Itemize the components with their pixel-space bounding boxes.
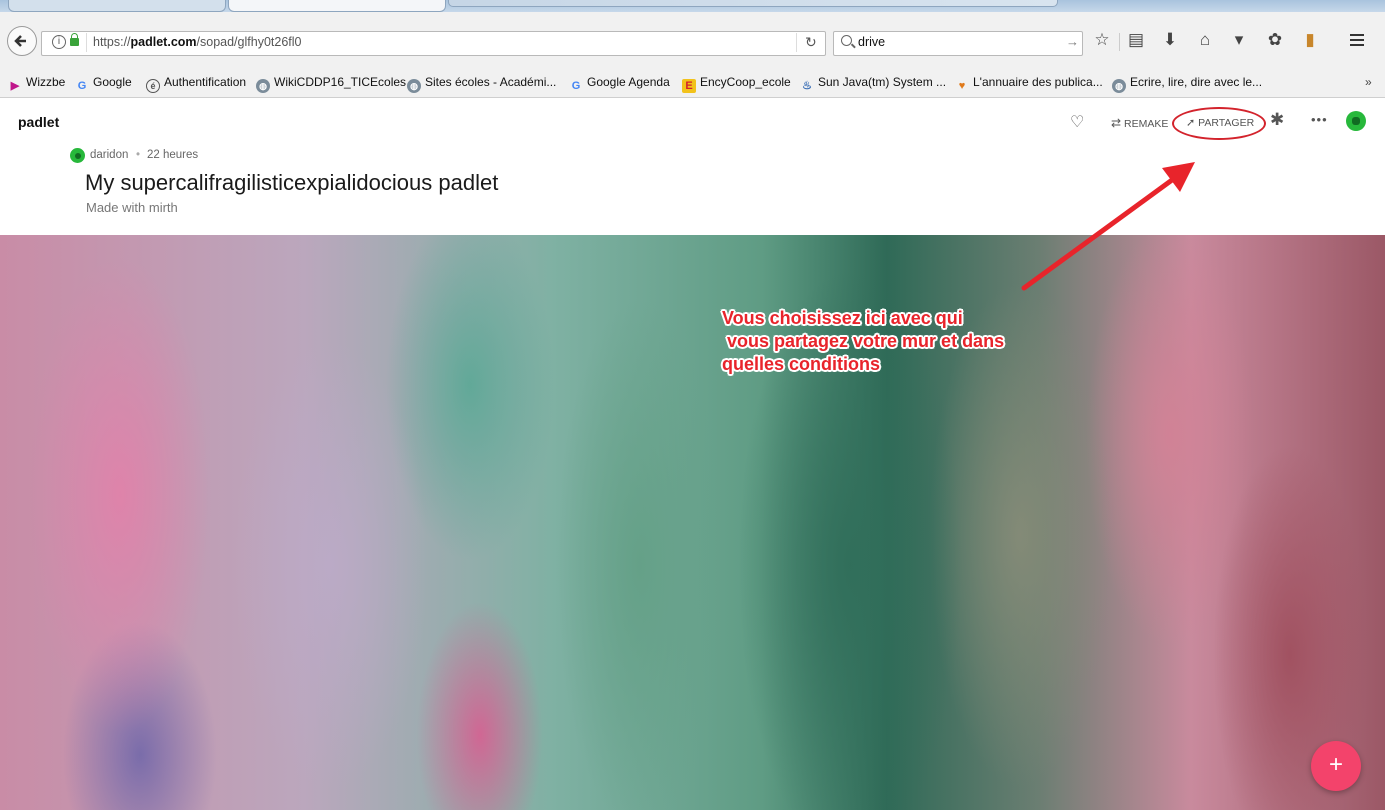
author-name[interactable]: daridon — [90, 149, 128, 161]
page-title: My supercalifragilisticexpialidocious pa… — [85, 170, 499, 195]
annuaire-icon: ♥ — [958, 80, 966, 92]
bookmark-label: Google Agenda — [587, 75, 670, 89]
author-avatar — [70, 148, 85, 163]
bookmark-google-agenda[interactable]: G Google Agenda — [569, 75, 670, 93]
bookmark-label: L'annuaire des publica... — [973, 75, 1103, 89]
timestamp: 22 heures — [147, 149, 199, 161]
globe-icon: ◍ — [407, 79, 421, 93]
bookmark-label: Ecrire, lire, dire avec le... — [1130, 75, 1263, 89]
back-button[interactable] — [7, 26, 37, 56]
bookmarks-overflow-button[interactable]: » — [1365, 75, 1372, 89]
auth-icon: é — [146, 79, 160, 93]
more-options-icon[interactable]: ••• — [1311, 112, 1328, 127]
browser-tab[interactable] — [8, 0, 226, 12]
globe-icon: ◍ — [256, 79, 270, 93]
toolbar-divider — [1119, 33, 1120, 51]
home-icon[interactable]: ⌂ — [1194, 29, 1216, 51]
google-icon: G — [571, 80, 581, 92]
bookmark-label: Authentification — [164, 75, 247, 89]
reload-icon[interactable]: ↻ — [805, 34, 817, 51]
bookmark-annuaire[interactable]: ♥ L'annuaire des publica... — [955, 75, 1103, 93]
padlet-logo[interactable]: padlet — [18, 114, 59, 130]
user-avatar[interactable] — [1346, 111, 1366, 131]
bookmark-label: WikiCDDP16_TICEcoles — [274, 75, 407, 89]
hamburger-menu-icon[interactable] — [1346, 29, 1368, 51]
search-go-icon[interactable]: → — [1066, 34, 1079, 49]
url-domain: padlet.com — [130, 35, 197, 49]
reading-list-icon[interactable]: ▤ — [1125, 29, 1147, 51]
bookmark-authentification[interactable]: é Authentification — [146, 75, 246, 93]
google-icon: G — [77, 80, 87, 92]
wall-background[interactable] — [0, 235, 1385, 810]
reload-divider — [796, 33, 797, 52]
bookmark-wizzbe[interactable]: ▶ Wizzbe — [8, 75, 66, 93]
bookmark-star-icon[interactable]: ☆ — [1091, 29, 1113, 51]
extension-icon[interactable]: ✿ — [1264, 29, 1286, 51]
add-post-button[interactable]: + — [1311, 741, 1361, 791]
bookmark-label: Sun Java(tm) System ... — [818, 75, 947, 89]
search-icon — [841, 35, 852, 46]
annotation-arrow-icon — [1021, 162, 1195, 291]
annotation-text: Vous choisissez ici avec qui vous partag… — [722, 308, 1005, 374]
java-icon: ♨ — [802, 80, 812, 92]
download-icon[interactable]: ⬇ — [1159, 29, 1181, 51]
page-subtitle: Made with mirth — [86, 200, 178, 215]
remake-label: REMAKE — [1123, 118, 1169, 130]
tab-strip — [0, 0, 1385, 12]
info-icon[interactable]: i — [52, 35, 66, 49]
url-text[interactable]: https://padlet.com/sopad/glfhy0t26fl0 — [93, 35, 301, 49]
remake-button[interactable]: ⇄ REMAKE — [1111, 116, 1168, 130]
url-divider — [86, 33, 87, 52]
bookmark-label: EncyCoop_ecole — [700, 75, 791, 89]
bookmark-sites-ecoles[interactable]: ◍ Sites écoles - Académi... — [407, 75, 556, 93]
search-input[interactable]: drive — [858, 35, 885, 49]
browser-tab-bar-fill — [448, 0, 1058, 7]
bookmark-google[interactable]: G Google — [75, 75, 132, 93]
remake-icon: ⇄ — [1111, 116, 1122, 130]
wizzbe-icon: ▶ — [10, 80, 20, 92]
globe-icon: ◍ — [1112, 79, 1126, 93]
bookmark-label: Wizzbe — [26, 75, 66, 89]
url-prefix: https:// — [93, 35, 131, 49]
meta-separator: • — [136, 149, 141, 161]
pocket-icon[interactable]: ▾ — [1228, 29, 1250, 51]
bookmark-sun-java[interactable]: ♨ Sun Java(tm) System ... — [800, 75, 946, 93]
share-highlight-circle — [1172, 107, 1266, 140]
bookmark-label: Sites écoles - Académi... — [425, 75, 557, 89]
heart-icon[interactable]: ♡ — [1070, 112, 1084, 132]
bookmark-ecrire-lire[interactable]: ◍ Ecrire, lire, dire avec le... — [1112, 75, 1262, 93]
bookmarks-library-icon[interactable]: ▮ — [1299, 29, 1321, 51]
url-path: /sopad/glfhy0t26fl0 — [196, 35, 302, 49]
lock-icon[interactable] — [70, 33, 79, 46]
bookmark-wikicddp16[interactable]: ◍ WikiCDDP16_TICEcoles — [256, 75, 406, 93]
browser-tab-active[interactable] — [228, 0, 446, 12]
encycoop-icon: E — [682, 79, 696, 93]
bookmark-encycoop[interactable]: E EncyCoop_ecole — [682, 75, 791, 93]
bookmark-label: Google — [93, 75, 132, 89]
back-arrow-icon — [14, 35, 26, 47]
gear-icon[interactable]: ✱ — [1270, 110, 1284, 130]
